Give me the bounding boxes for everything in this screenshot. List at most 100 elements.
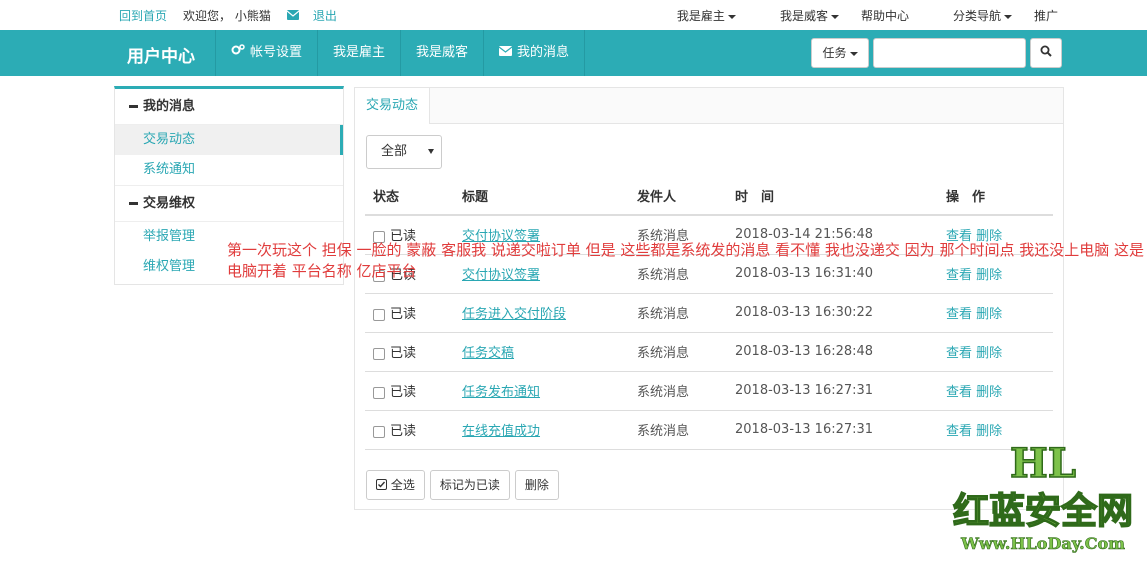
tab-transactions[interactable]: 交易动态 bbox=[355, 88, 431, 124]
sidebar-item-system-notices[interactable]: 系统通知 bbox=[115, 155, 343, 185]
row-status: 已读 bbox=[365, 410, 462, 450]
menu-freelancer-label: 我是威客 bbox=[779, 9, 828, 23]
table-row: 已读 任务进入交付阶段 系统消息 2018-03-13 16:30:22 查看 删除 bbox=[365, 293, 1053, 333]
row-actions: 查看 删除 bbox=[946, 371, 1053, 411]
row-checkbox[interactable] bbox=[373, 308, 385, 321]
message-title-link[interactable]: 在线充值成功 bbox=[462, 424, 540, 439]
main-navbar: 用户中心 帐号设置 我是雇主 我是威客 我的消息 任务 bbox=[0, 30, 1147, 76]
minus-icon bbox=[129, 105, 138, 108]
delete-link[interactable]: 删除 bbox=[976, 346, 1002, 361]
header-sender: 发件人 bbox=[637, 177, 735, 216]
nav-account-settings[interactable]: 帐号设置 bbox=[216, 30, 319, 76]
cogs-icon bbox=[231, 44, 245, 60]
status-label: 已读 bbox=[390, 424, 417, 439]
menu-categories-label: 分类导航 bbox=[952, 9, 1001, 23]
nav-account-settings-label: 帐号设置 bbox=[250, 45, 303, 60]
delete-link[interactable]: 删除 bbox=[976, 385, 1002, 400]
logout-link[interactable]: 退出 bbox=[313, 7, 337, 24]
nav-employer[interactable]: 我是雇主 bbox=[318, 30, 402, 76]
sidebar-item-transactions[interactable]: 交易动态 bbox=[115, 125, 343, 155]
filter-select[interactable]: 全部 bbox=[366, 135, 442, 169]
watermark-line1: HL bbox=[1010, 440, 1076, 487]
menu-freelancer[interactable]: 我是威客 bbox=[758, 7, 839, 24]
status-label: 已读 bbox=[390, 346, 417, 361]
site-watermark-logo: HL 红蓝安全网 Www.HLoDay.Com bbox=[952, 439, 1134, 553]
caret-down-icon bbox=[727, 14, 736, 19]
home-link[interactable]: 回到首页 bbox=[119, 7, 167, 24]
brand-title[interactable]: 用户中心 bbox=[127, 42, 195, 67]
menu-employer-label: 我是雇主 bbox=[676, 9, 725, 23]
caret-down-icon bbox=[1003, 14, 1012, 19]
row-title: 任务进入交付阶段 bbox=[462, 293, 637, 333]
row-time: 2018-03-13 16:30:22 bbox=[735, 293, 946, 333]
search-type-label: 任务 bbox=[822, 46, 847, 60]
welcome-text: 欢迎您， 小熊猫 bbox=[183, 9, 271, 23]
view-link[interactable]: 查看 bbox=[946, 346, 972, 361]
sidebar-group-messages[interactable]: 我的消息 bbox=[115, 89, 343, 125]
filter-value: 全部 bbox=[381, 144, 408, 159]
row-status: 已读 bbox=[365, 293, 462, 333]
message-title-link[interactable]: 任务发布通知 bbox=[462, 385, 540, 400]
search-input[interactable] bbox=[873, 38, 1026, 68]
row-title: 任务发布通知 bbox=[462, 371, 637, 411]
caret-down-icon bbox=[428, 149, 434, 154]
envelope-icon bbox=[498, 45, 513, 60]
delete-selected-button[interactable]: 删除 bbox=[514, 470, 559, 500]
row-time: 2018-03-13 16:27:31 bbox=[735, 371, 946, 411]
select-all-label: 全选 bbox=[390, 478, 415, 492]
menu-employer[interactable]: 我是雇主 bbox=[655, 7, 736, 24]
sidebar-group-disputes-label: 交易维权 bbox=[143, 196, 196, 211]
header-time: 时 间 bbox=[735, 177, 946, 216]
select-all-button[interactable]: 全选 bbox=[366, 470, 425, 500]
envelope-icon[interactable] bbox=[286, 9, 300, 23]
view-link[interactable]: 查看 bbox=[946, 307, 972, 322]
table-row: 已读 任务交稿 系统消息 2018-03-13 16:28:48 查看 删除 bbox=[365, 332, 1053, 372]
sidebar-group-disputes[interactable]: 交易维权 bbox=[115, 186, 343, 222]
message-title-link[interactable]: 任务进入交付阶段 bbox=[462, 307, 566, 322]
caret-down-icon bbox=[830, 14, 839, 19]
header-actions: 操 作 bbox=[946, 177, 1053, 216]
top-utility-bar: 回到首页 欢迎您， 小熊猫 退出 我是雇主 我是威客 帮助中心 分类导航 推广 bbox=[0, 0, 1147, 30]
minus-icon bbox=[129, 202, 138, 205]
row-sender: 系统消息 bbox=[637, 371, 735, 411]
row-checkbox[interactable] bbox=[373, 425, 385, 438]
message-title-link[interactable]: 任务交稿 bbox=[462, 346, 514, 361]
row-title: 在线充值成功 bbox=[462, 410, 637, 450]
delete-link[interactable]: 删除 bbox=[976, 307, 1002, 322]
row-actions: 查看 删除 bbox=[946, 332, 1053, 372]
menu-help[interactable]: 帮助中心 bbox=[861, 7, 909, 24]
row-time: 2018-03-13 16:27:31 bbox=[735, 410, 946, 450]
sidebar-group-messages-label: 我的消息 bbox=[143, 99, 196, 114]
status-label: 已读 bbox=[390, 307, 417, 322]
check-square-icon bbox=[376, 478, 387, 492]
row-checkbox[interactable] bbox=[373, 347, 385, 360]
search-button[interactable] bbox=[1030, 38, 1062, 68]
panel-tabs: 交易动态 bbox=[355, 88, 1063, 124]
header-title: 标题 bbox=[462, 177, 637, 216]
row-checkbox[interactable] bbox=[373, 386, 385, 399]
search-icon bbox=[1040, 45, 1052, 61]
nav-my-messages[interactable]: 我的消息 bbox=[484, 30, 586, 76]
mark-read-button[interactable]: 标记为已读 bbox=[429, 470, 510, 500]
row-sender: 系统消息 bbox=[637, 293, 735, 333]
row-sender: 系统消息 bbox=[637, 410, 735, 450]
view-link[interactable]: 查看 bbox=[946, 385, 972, 400]
status-label: 已读 bbox=[390, 385, 417, 400]
caret-down-icon bbox=[849, 51, 858, 56]
user-annotation-text: 第一次玩这个 担保 一脸的 蒙蔽 客服我 说递交啦订单 但是 这些都是系统发的消… bbox=[227, 241, 1144, 280]
search-type-dropdown[interactable]: 任务 bbox=[811, 38, 869, 68]
table-row: 已读 任务发布通知 系统消息 2018-03-13 16:27:31 查看 删除 bbox=[365, 371, 1053, 411]
nav-my-messages-label: 我的消息 bbox=[517, 45, 570, 60]
nav-freelancer[interactable]: 我是威客 bbox=[401, 30, 485, 76]
row-time: 2018-03-13 16:28:48 bbox=[735, 332, 946, 372]
row-title: 任务交稿 bbox=[462, 332, 637, 372]
row-actions: 查看 删除 bbox=[946, 293, 1053, 333]
row-status: 已读 bbox=[365, 371, 462, 411]
header-status: 状态 bbox=[365, 177, 462, 216]
menu-promote[interactable]: 推广 bbox=[1034, 7, 1058, 24]
messages-table: 状态 标题 发件人 时 间 操 作 已读 交付协议签署 系统消息 2018-03-14… bbox=[365, 177, 1053, 450]
row-status: 已读 bbox=[365, 332, 462, 372]
menu-categories[interactable]: 分类导航 bbox=[931, 7, 1012, 24]
watermark-line2: 红蓝安全网 bbox=[953, 490, 1133, 532]
row-sender: 系统消息 bbox=[637, 332, 735, 372]
